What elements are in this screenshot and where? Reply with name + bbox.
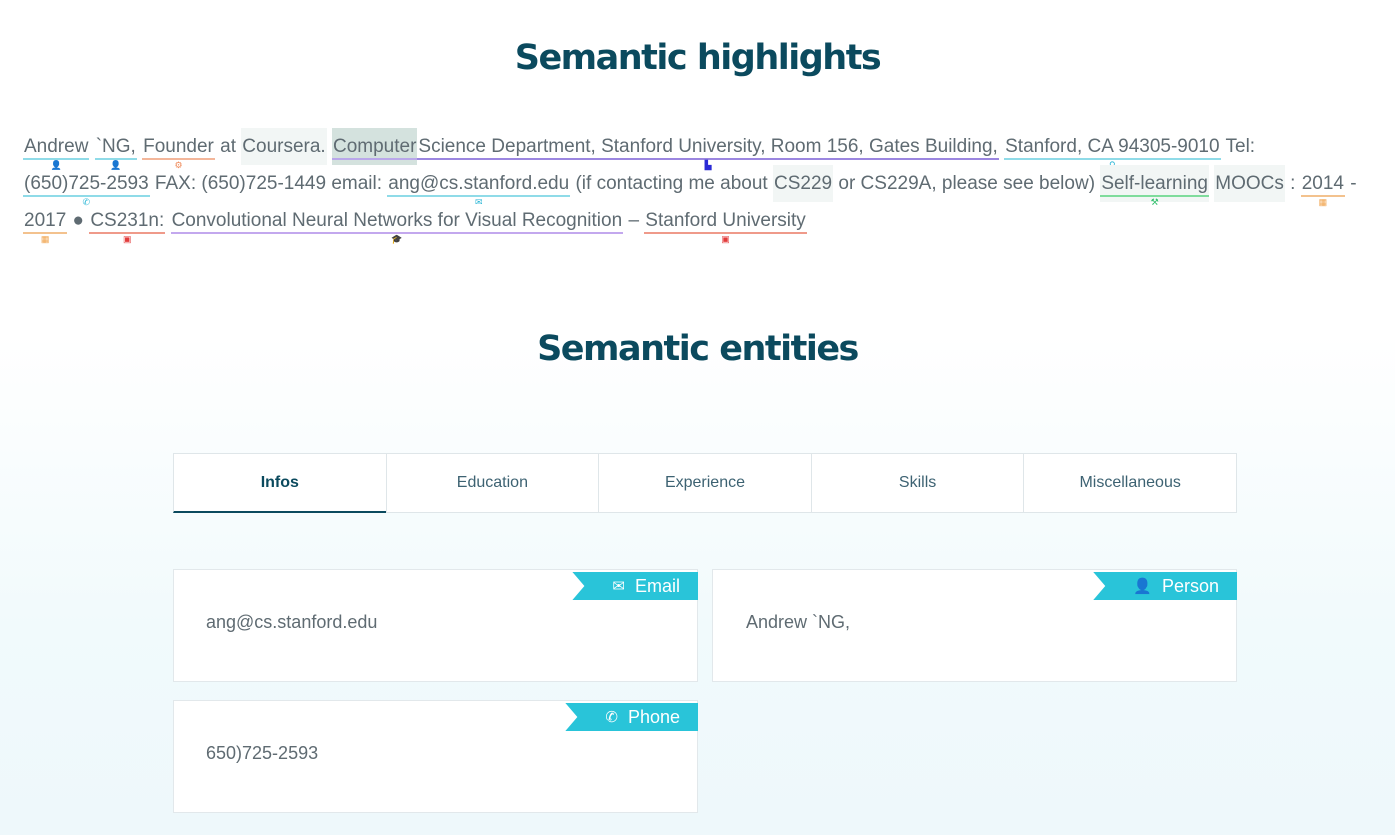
plain-text: -: [1345, 173, 1357, 194]
phone-badge: ✆ Phone: [565, 703, 698, 731]
organization-icon: ▙: [704, 160, 712, 170]
highlight-entity[interactable]: Stanford, CA 94305-9010⚲: [1004, 128, 1221, 170]
highlight-entity[interactable]: Science Department, Stanford University,…: [417, 128, 999, 170]
highlight-entity[interactable]: Self-learning ⚒: [1100, 165, 1209, 207]
person-card: 👤 Person Andrew `NG,: [712, 569, 1237, 682]
highlight-entity[interactable]: Founder ⚙: [142, 128, 215, 170]
phone-value: 650)725-2593: [206, 743, 319, 763]
highlight-entity[interactable]: CS229: [772, 165, 834, 202]
tab-experience[interactable]: Experience: [598, 453, 812, 513]
plain-text: ●: [67, 210, 90, 231]
highlight-entity-text: Convolutional Neural Networks for Visual…: [171, 210, 623, 231]
highlight-entity-text: `NG,: [95, 136, 136, 157]
tab-miscellaneous[interactable]: Miscellaneous: [1023, 453, 1237, 513]
highlight-entity-text: Coursera.: [242, 136, 326, 157]
highlight-entity[interactable]: `NG, 👤: [94, 128, 137, 170]
highlight-entity[interactable]: Andrew 👤: [23, 128, 90, 170]
highlight-entity-text: Science Department, Stanford University,…: [418, 136, 998, 157]
highlight-entity-text: Andrew: [24, 136, 89, 157]
highlight-entity[interactable]: CS231n: ▣: [89, 202, 166, 244]
highlight-entity-text: ang@cs.stanford.edu: [388, 173, 570, 194]
phone-card: ✆ Phone 650)725-2593: [173, 700, 698, 813]
phone-icon: ✆: [605, 709, 618, 726]
highlight-entity-text: 2017: [24, 210, 67, 231]
plain-text: Tel:: [1220, 136, 1256, 157]
person-icon: 👤: [1133, 578, 1152, 595]
course-icon: ▣: [123, 234, 132, 244]
entity-tabs: Infos Education Experience Skills Miscel…: [173, 453, 1237, 513]
phone-badge-label: Phone: [627, 706, 680, 727]
person-badge-label: Person: [1161, 575, 1219, 596]
highlight-entity-text: Stanford University: [645, 210, 806, 231]
highlight-entity-text: Stanford, CA 94305-9010: [1005, 136, 1220, 157]
highlight-entity-text: MOOCs: [1215, 173, 1284, 194]
highlight-entity[interactable]: MOOCs: [1214, 165, 1285, 202]
person-badge: 👤 Person: [1093, 572, 1237, 600]
email-icon: ✉: [612, 578, 625, 595]
email-value: ang@cs.stanford.edu: [206, 612, 378, 632]
highlight-entity[interactable]: Convolutional Neural Networks for Visual…: [170, 202, 624, 244]
email-card: ✉ Email ang@cs.stanford.edu: [173, 569, 698, 682]
entities-title: Semantic entities: [537, 329, 859, 369]
highlights-title: Semantic highlights: [514, 38, 882, 78]
plain-text: :: [1284, 173, 1301, 194]
skill-icon: ⚒: [1150, 197, 1159, 207]
highlight-entity-text: CS231n:: [90, 210, 165, 231]
plain-text: or CS229A, please see below): [833, 173, 1101, 194]
calendar-icon: ▦: [40, 234, 50, 244]
entity-underline: [331, 158, 418, 160]
tab-infos[interactable]: Infos: [173, 453, 387, 513]
job-icon: ⚙: [174, 160, 183, 170]
tab-education[interactable]: Education: [385, 453, 600, 513]
highlight-entity[interactable]: ang@cs.stanford.edu ✉: [387, 165, 571, 207]
highlight-entity[interactable]: 2014 ▦: [1300, 165, 1345, 207]
highlight-entity-text: (650)725-2593: [24, 173, 149, 194]
highlight-entity-text: Self-learning: [1101, 173, 1208, 194]
school-icon: ▣: [721, 234, 730, 244]
tab-skills[interactable]: Skills: [810, 453, 1025, 513]
plain-text: at: [214, 136, 242, 157]
highlight-entity-text: Computer: [332, 136, 417, 157]
highlight-entity-text: Founder: [143, 136, 214, 157]
highlighted-text: Andrew 👤 `NG, 👤 Founder ⚙ at Coursera. Comp…: [23, 128, 1383, 244]
highlight-entity-text: 2014: [1301, 173, 1344, 194]
highlight-entity-text: CS229: [773, 173, 833, 194]
highlight-entity[interactable]: 2017 ▦: [23, 202, 68, 244]
highlight-entity[interactable]: Stanford University ▣: [644, 202, 807, 244]
degree-icon: 🎓: [391, 234, 403, 244]
plain-text: –: [623, 210, 645, 231]
email-badge-label: Email: [634, 575, 680, 596]
plain-text: FAX: (650)725-1449 email:: [149, 173, 388, 194]
highlight-entity[interactable]: Computer: [331, 128, 418, 165]
highlight-entity[interactable]: (650)725-2593 ✆: [23, 165, 150, 207]
calendar-icon: ▦: [1318, 197, 1328, 207]
plain-text: (if contacting me about: [570, 173, 773, 194]
person-value: Andrew `NG,: [746, 612, 851, 632]
highlight-entity[interactable]: Coursera.: [241, 128, 327, 165]
email-badge: ✉ Email: [572, 572, 698, 600]
